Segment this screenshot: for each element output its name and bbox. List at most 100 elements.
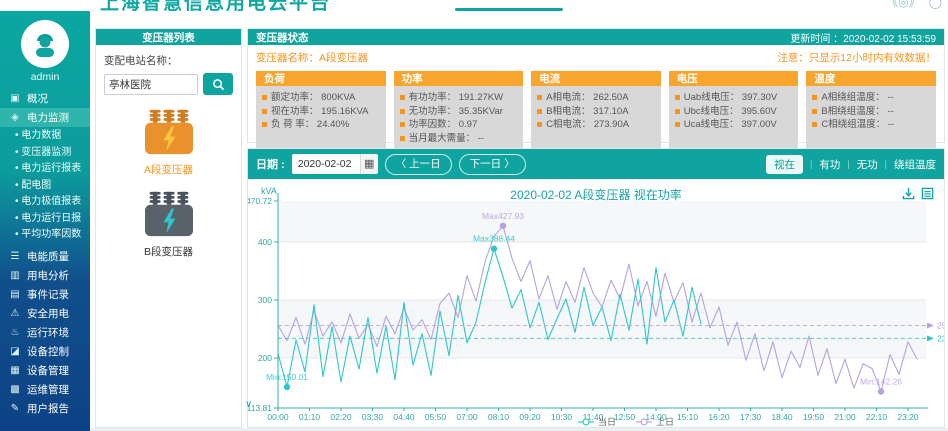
next-day-button[interactable]: 下一日 〉 (459, 154, 526, 175)
notice-text: 注意：只显示12小时内有效数据！ (777, 50, 936, 65)
prev-day-button[interactable]: 〈 上一日 (385, 154, 452, 175)
transformer-label: B段变压器 (104, 244, 233, 259)
sidebar-item-label: 设备管理 (27, 363, 69, 378)
card-row-text: 无功功率： 35.35KVar (409, 105, 503, 119)
environment-icon: ♨ (9, 327, 21, 338)
card-title: 电压 (669, 71, 799, 86)
tab-无功[interactable]: 无功 (857, 157, 878, 172)
card-row-text: 视在功率： 195.16KVA (271, 105, 369, 119)
card-row: 视在功率： 195.16KVA (262, 105, 380, 119)
sidebar-subitem[interactable]: • 变压器监测 (0, 145, 90, 162)
date-toolbar: 日期 : 2020-02-02 ▦ 〈 上一日 下一日 〉 视在|有功|无功|绕… (248, 149, 944, 179)
avatar[interactable] (21, 20, 69, 68)
tab-separator: | (847, 159, 849, 169)
sidebar-subitem[interactable]: • 电力运行报表 (0, 161, 90, 178)
status-card: 负荷额定功率： 800KVA视在功率： 195.16KVA负 荷 率： 24.4… (256, 71, 386, 148)
svg-text:Max427.93: Max427.93 (482, 211, 524, 221)
station-name-label: 变配电站名称： (104, 53, 233, 68)
bullet-icon (262, 95, 267, 100)
svg-text:300: 300 (258, 295, 272, 305)
tab-有功[interactable]: 有功 (819, 157, 840, 172)
svg-text:200: 200 (258, 353, 272, 363)
sidebar-item-device-control[interactable]: ◪设备控制 (0, 342, 90, 361)
tab-separator: | (885, 159, 887, 169)
card-body: 额定功率： 800KVA视在功率： 195.16KVA负 荷 率： 24.40% (256, 86, 386, 148)
data-view-icon[interactable] (921, 187, 934, 200)
sidebar-item-overview[interactable]: ▣概况 (0, 89, 90, 108)
transformer-item[interactable]: A段变压器 (104, 108, 233, 177)
transformer-list-panel: 变压器列表 变配电站名称： A段变压器B段变压器 (95, 28, 242, 428)
username: admin (0, 71, 90, 83)
card-row: Uca线电压： 397.00V (675, 118, 793, 132)
svg-text:Max388.44: Max388.44 (473, 234, 515, 244)
active-nav-underline (455, 8, 563, 11)
calendar-icon[interactable]: ▦ (360, 154, 378, 174)
svg-text:23:20: 23:20 (897, 412, 919, 422)
sidebar-subitem[interactable]: • 电力运行日报 (0, 211, 90, 228)
sidebar-subitem[interactable]: • 电力极值报表 (0, 194, 90, 211)
svg-text:09:20: 09:20 (519, 412, 541, 422)
svg-text:22:10: 22:10 (866, 412, 888, 422)
download-icon[interactable] (902, 187, 915, 200)
sidebar-item-analysis[interactable]: ▥用电分析 (0, 266, 90, 285)
station-search-input[interactable] (104, 74, 198, 95)
transformer-icon (141, 190, 197, 238)
sidebar-subitem[interactable]: • 平均功率因数 (0, 227, 90, 244)
notification-icon[interactable]: 《◎》 (886, 0, 920, 10)
safety-icon: ⚠ (9, 308, 21, 319)
card-title: 温度 (806, 71, 936, 86)
bullet-icon (675, 109, 680, 114)
svg-text:10:30: 10:30 (551, 412, 573, 422)
transformer-label: A段变压器 (104, 162, 233, 177)
bullet-icon (400, 122, 405, 127)
sidebar-item-ops-mgmt[interactable]: ▩运维管理 (0, 380, 90, 399)
sidebar-item-environment[interactable]: ♨ 运行环境 (0, 323, 90, 342)
sidebar-item-power-monitor[interactable]: ◈电力监测 (0, 108, 90, 127)
sidebar-item-label: 用户报告 (27, 401, 69, 416)
card-title: 电流 (531, 71, 661, 86)
sidebar-item-label: 概况 (27, 91, 48, 106)
app-title: 上海智慧信息用电云平台 (100, 0, 331, 11)
sidebar-item-safety[interactable]: ⚠ 安全用电 (0, 304, 90, 323)
date-label: 日期 : (256, 156, 285, 172)
card-row: 负 荷 率： 24.40% (262, 118, 380, 132)
apps-grid-icon[interactable]: ∷ (284, 0, 293, 10)
svg-text:16:20: 16:20 (708, 412, 730, 422)
card-body: A相电流： 262.50AB相电流： 317.10AC相电流： 273.90A (531, 86, 661, 148)
tab-绕组温度[interactable]: 绕组温度 (894, 157, 936, 172)
user-icon[interactable]: ◯ (929, 0, 942, 9)
card-row: 功率因数： 0.97 (400, 118, 518, 132)
card-row: A相电流： 262.50A (537, 91, 655, 105)
transformer-status-panel: 变压器状态 更新时间 ：2020-02-02 15:53:59 变压器名称：A段… (247, 28, 945, 143)
sidebar-subitem[interactable]: • 配电图 (0, 178, 90, 195)
card-row-text: A相电流： 262.50A (546, 91, 628, 105)
user-report-icon: ✎ (9, 403, 21, 414)
sidebar-item-label: 电力监测 (27, 110, 69, 125)
transformer-icon (141, 108, 197, 156)
card-row-text: B相电流： 317.10A (546, 105, 628, 119)
sidebar-item-label: 安全用电 (27, 306, 69, 321)
svg-text:17:30: 17:30 (740, 412, 762, 422)
date-picker[interactable]: 2020-02-02 ▦ (292, 154, 378, 174)
sidebar-item-device-mgmt[interactable]: ▦设备管理 (0, 361, 90, 380)
legend-item-上日[interactable]: 上日 (656, 417, 674, 427)
scroll-up-chevron-icon[interactable]: ∧ (222, 85, 229, 96)
legend-item-当日[interactable]: 当日 (598, 416, 616, 427)
sidebar-item-user-report[interactable]: ✎ 用户报告 (0, 399, 90, 418)
status-card: 电压Uab线电压： 397.30VUbc线电压： 395.60VUca线电压： … (669, 71, 799, 148)
sidebar-item-label: 运行环境 (27, 325, 69, 340)
card-row-text: C相电流： 273.90A (546, 118, 629, 132)
card-row-text: 有功功率： 191.27KW (409, 91, 504, 105)
status-card: 电流A相电流： 262.50AB相电流： 317.10AC相电流： 273.90… (531, 71, 661, 148)
svg-text:19:50: 19:50 (803, 412, 825, 422)
svg-text:03:30: 03:30 (362, 412, 384, 422)
transformer-item[interactable]: B段变压器 (104, 190, 233, 259)
sidebar-item-power-quality[interactable]: ☰电能质量 (0, 247, 90, 266)
sidebar-item-events[interactable]: ▤事件记录 (0, 285, 90, 304)
bullet-icon (812, 122, 817, 127)
sidebar-subitem[interactable]: • 电力数据 (0, 128, 90, 145)
transformer-name: 变压器名称：A段变压器 (256, 50, 368, 65)
tab-视在[interactable]: 视在 (766, 155, 803, 174)
scroll-down-chevron-icon[interactable]: ∨ (245, 399, 252, 410)
card-row-text: 功率因数： 0.97 (409, 118, 478, 132)
